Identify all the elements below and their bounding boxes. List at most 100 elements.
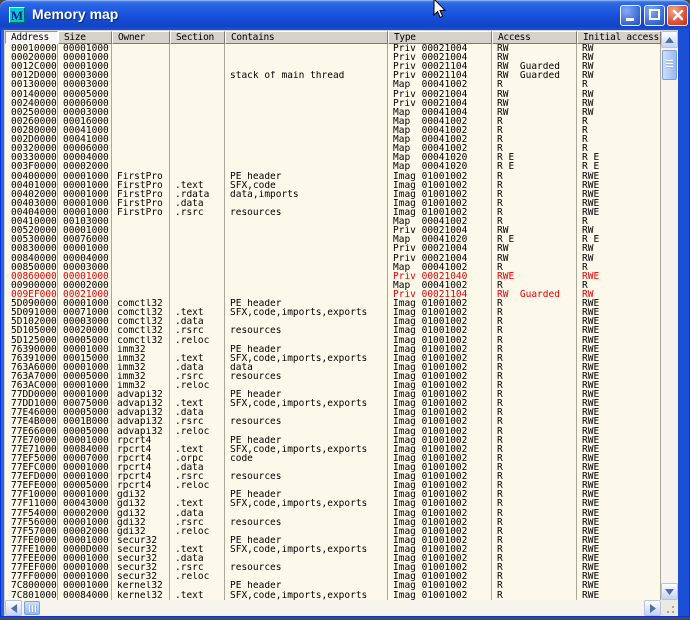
table-row[interactable]: 77EFE000 00005000 rpcrt4 .reloc Imag 010… xyxy=(5,481,661,490)
table-row[interactable]: 77F11000 00043000 gdi32 .text SFX,code,i… xyxy=(5,499,661,508)
table-row[interactable]: 77E4B000 0001B000 advapi32 .rsrc resourc… xyxy=(5,417,661,426)
cell-size: 00003000 xyxy=(58,71,112,80)
table-row[interactable]: 77F57000 00002000 gdi32 .reloc Imag 0100… xyxy=(5,527,661,536)
table-row[interactable]: 76391000 00015000 imm32 .text SFX,code,i… xyxy=(5,354,661,363)
table-row[interactable]: 00130000 00003000 Map 00041002 R R xyxy=(5,80,661,89)
table-row[interactable]: 00140000 00005000 Priv 00021004 RW RW xyxy=(5,90,661,99)
table-row[interactable]: 77E66000 00005000 advapi32 .reloc Imag 0… xyxy=(5,427,661,436)
cell-initial: RWE xyxy=(577,208,661,217)
column-header-size[interactable]: Size xyxy=(58,31,112,44)
cell-owner: FirstPro xyxy=(112,172,170,181)
table-row[interactable]: 00402000 00001000 FirstPro .rdata data,i… xyxy=(5,190,661,199)
maximize-button[interactable] xyxy=(644,5,665,26)
cell-initial: RWE xyxy=(577,308,661,317)
cell-type: Priv 00021040 xyxy=(388,272,492,281)
table-row[interactable]: 00260000 00016000 Map 00041002 R R xyxy=(5,117,661,126)
table-row[interactable]: 00280000 00041000 Map 00041002 R R xyxy=(5,126,661,135)
table-row[interactable]: 77DD0000 00001000 advapi32 PE header Ima… xyxy=(5,390,661,399)
table-row[interactable]: 00404000 00001000 FirstPro .rsrc resourc… xyxy=(5,208,661,217)
table-row[interactable]: 77EF5000 00007000 rpcrt4 .orpc code Imag… xyxy=(5,454,661,463)
column-header-address[interactable]: Address xyxy=(5,31,58,44)
column-header-type[interactable]: Type xyxy=(388,31,492,44)
cell-access: R xyxy=(492,126,577,135)
cell-address: 5D090000 xyxy=(5,299,58,308)
table-row[interactable]: 77E71000 00084000 rpcrt4 .text SFX,code,… xyxy=(5,445,661,454)
table-row[interactable]: 00900000 00002000 Map 00041002 R R xyxy=(5,281,661,290)
table-row[interactable]: 77EFC000 00001000 rpcrt4 .data Imag 0100… xyxy=(5,463,661,472)
table-row[interactable]: 76390000 00001000 imm32 PE header Imag 0… xyxy=(5,345,661,354)
table-row[interactable]: 7C800000 00001000 kernel32 PE header Ima… xyxy=(5,581,661,590)
table-row[interactable]: 00320000 00006000 Map 00041002 R R xyxy=(5,144,661,153)
table-row[interactable]: 5D091000 00071000 comctl32 .text SFX,cod… xyxy=(5,308,661,317)
table-row[interactable]: 002D0000 00041000 Map 00041002 R R xyxy=(5,135,661,144)
table-row[interactable]: 00520000 00001000 Priv 00021004 RW RW xyxy=(5,226,661,235)
cell-size: 00006000 xyxy=(58,144,112,153)
table-row[interactable]: 003F0000 00002000 Map 00041020 R E R E xyxy=(5,162,661,171)
table-row[interactable]: 5D125000 00005000 comctl32 .reloc Imag 0… xyxy=(5,336,661,345)
scroll-down-button[interactable] xyxy=(661,583,678,600)
table-row[interactable]: 763A7000 00005000 imm32 .rsrc resources … xyxy=(5,372,661,381)
table-row[interactable]: 77FE0000 00001000 secur32 PE header Imag… xyxy=(5,536,661,545)
close-button[interactable] xyxy=(667,5,688,26)
table-row[interactable]: 77E70000 00001000 rpcrt4 PE header Imag … xyxy=(5,436,661,445)
table-row[interactable]: 77DD1000 00075000 advapi32 .text SFX,cod… xyxy=(5,399,661,408)
cell-address: 77E46000 xyxy=(5,408,58,417)
table-row[interactable]: 00010000 00001000 Priv 00021004 RW RW xyxy=(5,44,661,53)
table-row[interactable]: 00250000 00003000 Map 00041004 RW RW xyxy=(5,108,661,117)
horizontal-scrollbar[interactable] xyxy=(5,600,661,616)
cell-owner xyxy=(112,90,170,99)
table-row[interactable]: 7C801000 00084000 kernel32 .text SFX,cod… xyxy=(5,591,661,600)
table-row[interactable]: 00840000 00004000 Priv 00021004 RW RW xyxy=(5,254,661,263)
cell-initial: R xyxy=(577,217,661,226)
table-row[interactable]: 77F10000 00001000 gdi32 PE header Imag 0… xyxy=(5,490,661,499)
scroll-left-button[interactable] xyxy=(5,600,22,616)
vertical-scroll-thumb[interactable] xyxy=(662,50,677,80)
table-row[interactable]: 77FEE000 00001000 secur32 .data Imag 010… xyxy=(5,554,661,563)
column-header-access[interactable]: Access xyxy=(492,31,577,44)
table-row[interactable]: 763A6000 00001000 imm32 .data data Imag … xyxy=(5,363,661,372)
titlebar[interactable]: M Memory map xyxy=(0,0,690,30)
horizontal-scroll-thumb[interactable] xyxy=(24,601,40,615)
table-row[interactable]: 77F56000 00001000 gdi32 .rsrc resources … xyxy=(5,518,661,527)
table-row[interactable]: 00020000 00001000 Priv 00021004 RW RW xyxy=(5,53,661,62)
table-row[interactable]: 763AC000 00001000 imm32 .reloc Imag 0100… xyxy=(5,381,661,390)
table-row[interactable]: 00330000 00004000 Map 00041020 R E R E xyxy=(5,153,661,162)
table-row[interactable]: 00850000 00003000 Map 00041002 R R xyxy=(5,263,661,272)
cell-contains: data xyxy=(225,363,388,372)
table-row[interactable]: 77FF0000 00001000 secur32 .reloc Imag 01… xyxy=(5,572,661,581)
column-header-initial-access[interactable]: Initial access xyxy=(577,31,661,44)
table-row[interactable]: 0012D000 00003000 stack of main thread P… xyxy=(5,71,661,80)
table-row[interactable]: 5D105000 00020000 comctl32 .rsrc resourc… xyxy=(5,326,661,335)
cell-initial: RW xyxy=(577,71,661,80)
table-row[interactable]: 00400000 00001000 FirstPro PE header Ima… xyxy=(5,172,661,181)
cell-section: .data xyxy=(170,408,225,417)
table-row[interactable]: 77FEF000 00001000 secur32 .rsrc resource… xyxy=(5,563,661,572)
scroll-up-button[interactable] xyxy=(661,31,678,48)
vertical-scrollbar[interactable] xyxy=(661,31,678,600)
table-row[interactable]: 00830000 00001000 Priv 00021004 RW RW xyxy=(5,244,661,253)
table-row[interactable]: 77FE1000 0000D000 secur32 .text SFX,code… xyxy=(5,545,661,554)
minimize-button[interactable] xyxy=(620,5,641,26)
table-row[interactable]: 00410000 00103000 Map 00041002 R R xyxy=(5,217,661,226)
column-header-owner[interactable]: Owner xyxy=(112,31,170,44)
table-row[interactable]: 77EFD000 00001000 rpcrt4 .rsrc resources… xyxy=(5,472,661,481)
cell-size: 00016000 xyxy=(58,117,112,126)
table-row[interactable]: 77F54000 00002000 gdi32 .data Imag 01001… xyxy=(5,509,661,518)
table-row[interactable]: 00401000 00001000 FirstPro .text SFX,cod… xyxy=(5,181,661,190)
cell-contains: SFX,code,imports,exports xyxy=(225,545,388,554)
column-header-section[interactable]: Section xyxy=(170,31,225,44)
scroll-right-button[interactable] xyxy=(644,600,661,616)
table-row[interactable]: 0012C000 00001000 Priv 00021104 RW Guard… xyxy=(5,62,661,71)
table-row[interactable]: 009EF000 00021000 Priv 00021104 RW Guard… xyxy=(5,290,661,299)
table-row[interactable]: 00403000 00001000 FirstPro .data Imag 01… xyxy=(5,199,661,208)
table-row[interactable]: 00530000 00076000 Map 00041020 R E R E xyxy=(5,235,661,244)
resize-grip[interactable] xyxy=(661,600,678,616)
cell-section xyxy=(170,71,225,80)
table-row[interactable]: 00860000 00001000 Priv 00021040 RWE RWE xyxy=(5,272,661,281)
cell-initial: RWE xyxy=(577,326,661,335)
table-row[interactable]: 77E46000 00005000 advapi32 .data Imag 01… xyxy=(5,408,661,417)
table-row[interactable]: 5D090000 00001000 comctl32 PE header Ima… xyxy=(5,299,661,308)
table-row[interactable]: 00240000 00006000 Priv 00021004 RW RW xyxy=(5,99,661,108)
table-row[interactable]: 5D102000 00003000 comctl32 .data Imag 01… xyxy=(5,317,661,326)
column-header-contains[interactable]: Contains xyxy=(225,31,388,44)
